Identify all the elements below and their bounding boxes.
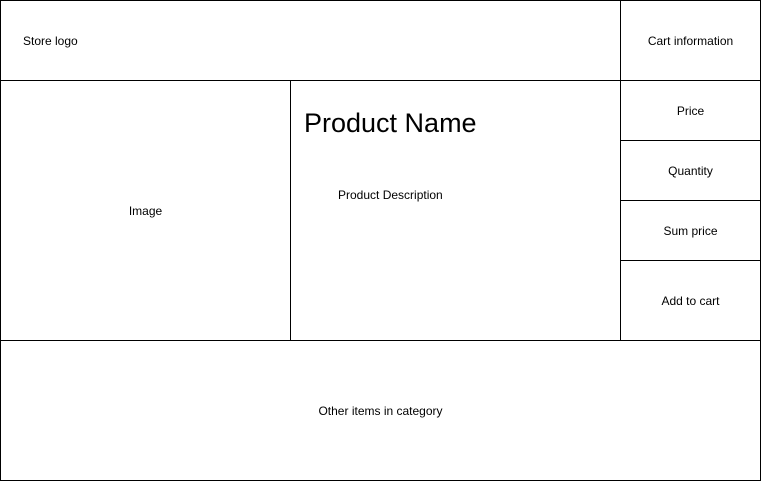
product-description: Product Description [338,188,443,202]
add-to-cart-button[interactable]: Add to cart [620,260,761,341]
other-items-label: Other items in category [318,403,443,418]
store-logo-label: Store logo [23,33,78,48]
other-items-area[interactable]: Other items in category [0,340,761,481]
product-image-area: Image [0,80,291,341]
product-details-area: Product Name Product Description [290,80,621,341]
product-name: Product Name [304,108,477,138]
add-to-cart-label: Add to cart [661,293,720,308]
price-label: Price [676,103,705,118]
sum-price-area: Sum price [620,200,761,261]
product-image-label: Image [128,203,163,218]
store-logo-area[interactable]: Store logo [0,0,621,81]
sum-price-label: Sum price [663,223,718,238]
quantity-label: Quantity [668,163,713,178]
cart-information-area[interactable]: Cart information [620,0,761,81]
cart-information-label: Cart information [647,33,734,48]
price-area: Price [620,80,761,141]
quantity-area[interactable]: Quantity [620,140,761,201]
